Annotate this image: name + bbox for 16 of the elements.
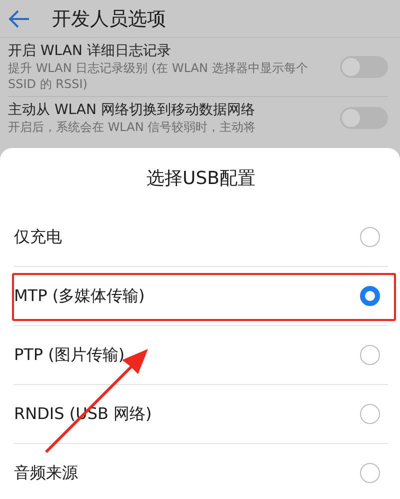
radio-button[interactable] [360,404,380,424]
toggle-switch[interactable] [340,56,388,78]
option-row[interactable]: MTP (多媒体传输) [14,267,388,326]
setting-summary: 提升 WLAN 日志记录级别 (在 WLAN 选择器中显示每个 SSID 的 RSSI) [8,60,309,92]
toggle-switch[interactable] [340,107,388,129]
radio-button[interactable] [360,286,380,306]
setting-title: 开启 WLAN 详细日志记录 [8,42,172,60]
radio-button[interactable] [360,345,380,365]
radio-button[interactable] [360,463,380,483]
setting-title: 主动从 WLAN 网络切换到移动数据网络 [8,101,256,119]
dialog-title: 选择USB配置 [146,167,256,191]
setting-summary: 开启后，系统会在 WLAN 信号较弱时，主动将 [8,119,257,135]
screen-title: 开发人员选项 [52,6,166,32]
back-icon[interactable] [8,10,30,28]
radio-button[interactable] [360,227,380,247]
option-row[interactable]: 仅充电 [14,208,388,267]
